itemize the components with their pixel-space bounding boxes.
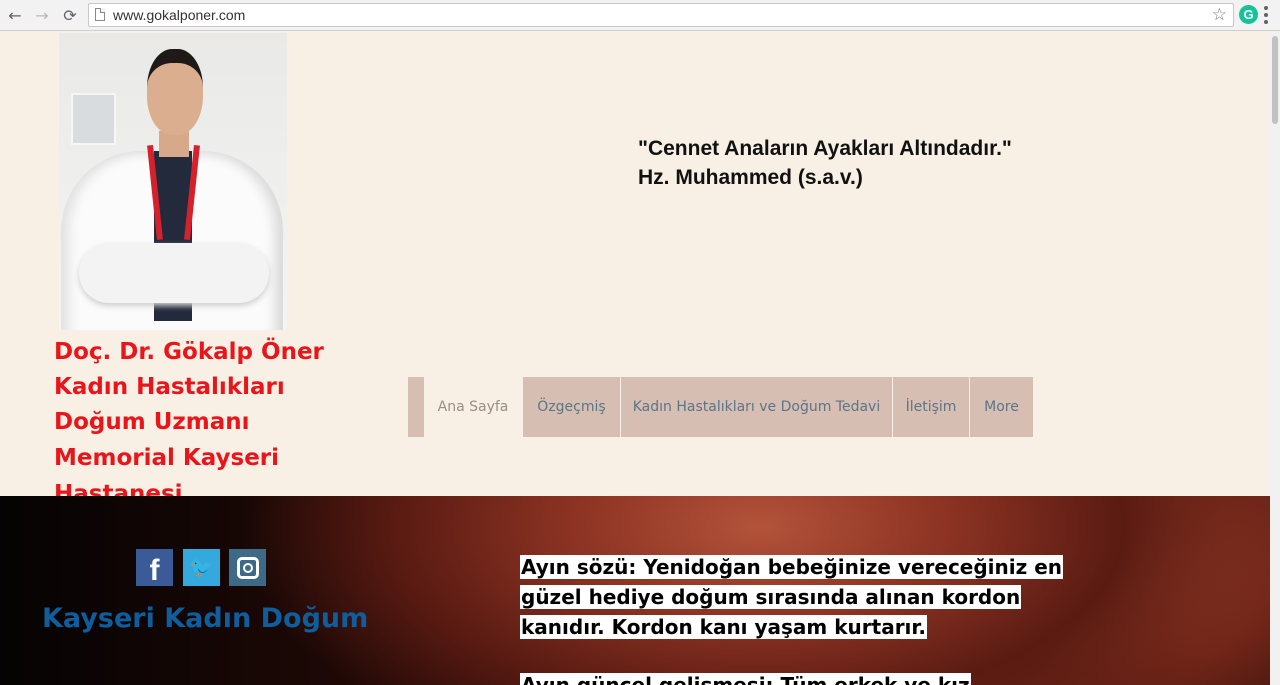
grammarly-extension-icon[interactable]: G xyxy=(1239,5,1258,24)
quote-author: Hz. Muhammed (s.a.v.) xyxy=(638,166,863,189)
nav-item-cv[interactable]: Özgeçmiş xyxy=(522,377,620,437)
month-saying-line: Ayın sözü: Yenidoğan bebeğinize vereceği… xyxy=(520,555,1064,579)
nav-item-contact[interactable]: İletişim xyxy=(892,377,969,437)
browser-menu-icon[interactable] xyxy=(1264,6,1268,24)
month-saying-line: kanıdır. Kordon kanı yaşam kurtarır. xyxy=(520,615,928,639)
nav-accent-bar xyxy=(408,377,424,437)
address-bar[interactable]: www.gokalponer.com ☆ xyxy=(88,3,1234,27)
instagram-glyph xyxy=(236,556,259,579)
header-quote: "Cennet Anaların Ayakları Altındadır." H… xyxy=(638,134,1012,192)
page-icon xyxy=(95,8,105,21)
doctor-photo xyxy=(59,33,287,330)
url-text[interactable]: www.gokalponer.com xyxy=(113,7,245,23)
doctor-hospital: Memorial Kayseri xyxy=(54,445,280,471)
twitter-icon[interactable]: 🐦 xyxy=(183,549,220,586)
scrollbar-thumb[interactable] xyxy=(1272,36,1278,124)
nav-item-treatments[interactable]: Kadın Hastalıkları ve Doğum Tedavi xyxy=(620,377,892,437)
month-news-text: Ayın güncel gelişmesi: Tüm erkek ve kız xyxy=(520,673,971,685)
scrollbar-track[interactable] xyxy=(1270,31,1280,685)
instagram-icon[interactable] xyxy=(229,549,266,586)
photo-crossed-arms xyxy=(79,243,269,303)
main-nav: Ana Sayfa Özgeçmiş Kadın Hastalıkları ve… xyxy=(408,377,1033,437)
back-arrow-icon[interactable]: ← xyxy=(4,4,26,26)
forward-arrow-icon[interactable]: → xyxy=(31,4,53,26)
brand-text: Kayseri Kadın Doğum xyxy=(42,603,369,634)
quote-text: "Cennet Anaların Ayakları Altındadır." xyxy=(638,137,1012,160)
doctor-specialty: Doğum Uzmanı xyxy=(54,409,250,435)
month-saying: Ayın sözü: Yenidoğan bebeğinize vereceği… xyxy=(520,554,1064,644)
reload-icon[interactable]: ⟳ xyxy=(59,4,81,26)
photo-head xyxy=(147,49,203,135)
doctor-name: Doç. Dr. Gökalp Öner xyxy=(54,339,324,365)
content-section: f 🐦 Kayseri Kadın Doğum Ayın sözü: Yenid… xyxy=(0,496,1280,685)
browser-toolbar: ← → ⟳ www.gokalponer.com ☆ G xyxy=(0,0,1280,31)
doctor-specialty: Kadın Hastalıkları xyxy=(54,374,285,400)
photo-background-window xyxy=(71,93,116,145)
month-saying-line: güzel hediye doğum sırasında alınan kord… xyxy=(520,585,1022,609)
nav-item-more[interactable]: More xyxy=(969,377,1033,437)
nav-item-home[interactable]: Ana Sayfa xyxy=(424,377,522,437)
bookmark-star-icon[interactable]: ☆ xyxy=(1212,5,1227,25)
site-header: Doç. Dr. Gökalp Öner Kadın Hastalıkları … xyxy=(0,31,1280,507)
facebook-icon[interactable]: f xyxy=(136,549,173,587)
